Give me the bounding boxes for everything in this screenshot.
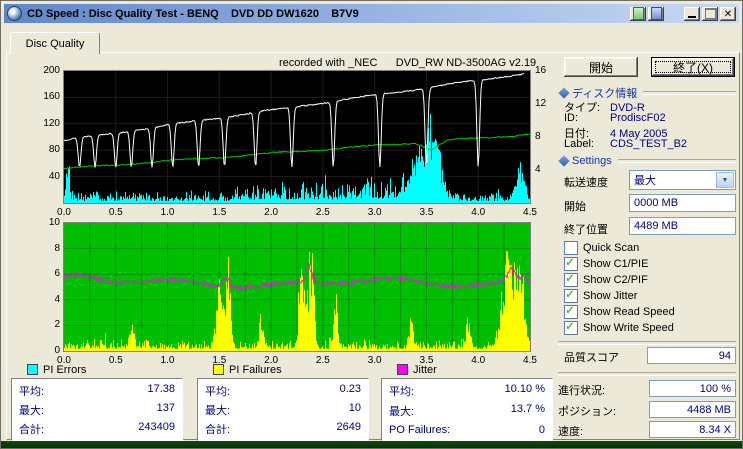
- app-icon: [7, 6, 22, 21]
- stat-row: 合計: 243409: [19, 420, 175, 436]
- checkbox-label: Quick Scan: [583, 242, 640, 254]
- checkbox-box[interactable]: [564, 303, 578, 319]
- checkbox-show-write-speed[interactable]: Show Write Speed: [564, 319, 674, 335]
- transfer-speed-select[interactable]: 最大: [629, 170, 736, 190]
- pi-failures-chart: [63, 222, 531, 352]
- disc-label-row: Label: CDS_TEST_B2: [564, 138, 688, 150]
- checkbox-box[interactable]: [564, 241, 578, 255]
- green-page-icon: [632, 7, 644, 20]
- stat-row: 最大: 10: [205, 401, 361, 417]
- stat-row: 平均: 10.10 %: [389, 383, 545, 399]
- pi-failures-title: PI Failures: [229, 363, 282, 376]
- tab-disc-quality[interactable]: Disc Quality: [10, 32, 100, 54]
- start-position-label: 開始: [564, 201, 586, 213]
- pi-failures-swatch: [213, 364, 224, 375]
- disc-info-icon: [558, 87, 570, 99]
- speed-label: 速度:: [558, 426, 584, 438]
- checkbox-box[interactable]: [564, 319, 578, 335]
- position-label: ポジション:: [558, 406, 617, 418]
- transfer-speed-value: 最大: [634, 175, 656, 187]
- jitter-title: Jitter: [413, 363, 437, 376]
- pi-errors-swatch: [27, 364, 38, 375]
- checkbox-label: Show Read Speed: [583, 306, 675, 318]
- checkbox-quick-scan[interactable]: Quick Scan: [564, 241, 639, 255]
- exit-button[interactable]: 終了(X): [651, 57, 735, 77]
- jitter-panel: Jitter 平均: 10.10 % 最大: 13.7 % PO Failures:…: [381, 363, 553, 441]
- progress-value: 100 %: [649, 380, 736, 397]
- pi-errors-chart: [63, 70, 531, 204]
- blue-page-icon: [650, 7, 662, 20]
- disc-id-row: ID: ProdiscF02: [564, 112, 666, 124]
- window-title: CD Speed : Disc Quality Test - BENQ DVD …: [27, 7, 359, 20]
- end-position-label: 終了位置: [564, 224, 608, 236]
- maximize-icon: [704, 8, 716, 19]
- checkbox-box[interactable]: [564, 287, 578, 303]
- separator-line: [617, 159, 736, 163]
- checkbox-label: Show Jitter: [583, 290, 638, 302]
- tab-label: Disc Quality: [25, 37, 85, 50]
- jitter-box: 平均: 10.10 % 最大: 13.7 % PO Failures: 0: [381, 378, 553, 441]
- progress-label: 進行状況:: [558, 385, 606, 397]
- stat-row: 平均: 0.23: [205, 382, 361, 398]
- start-button[interactable]: 開始: [564, 57, 638, 77]
- separator-line: [558, 341, 736, 345]
- titlebar-tool-button-1[interactable]: [630, 6, 646, 21]
- checkbox-box[interactable]: [564, 255, 578, 271]
- maximize-button[interactable]: [702, 6, 718, 21]
- checkbox-label: Show Write Speed: [583, 322, 674, 334]
- checkbox-show-jitter[interactable]: Show Jitter: [564, 287, 638, 303]
- chevron-down-icon[interactable]: [716, 172, 734, 188]
- titlebar: CD Speed : Disc Quality Test - BENQ DVD …: [4, 4, 739, 23]
- stat-row: 最大: 137: [19, 401, 175, 417]
- settings-title: Settings: [572, 155, 612, 167]
- quality-score-label: 品質スコア: [564, 352, 619, 364]
- end-position-field[interactable]: 4489 MB: [629, 217, 736, 235]
- pi-errors-title: PI Errors: [43, 363, 87, 376]
- pi-failures-panel: PI Failures 平均: 0.23 最大: 10 合計: 2649: [197, 363, 369, 441]
- quality-score-value: 94: [647, 347, 736, 364]
- checkbox-box[interactable]: [564, 271, 578, 287]
- position-value: 4488 MB: [649, 401, 736, 418]
- titlebar-tool-button-2[interactable]: [648, 6, 664, 21]
- separator-line: [643, 91, 736, 95]
- jitter-header: Jitter: [381, 363, 553, 376]
- pi-failures-box: 平均: 0.23 最大: 10 合計: 2649: [197, 378, 369, 441]
- pi-failures-header: PI Failures: [197, 363, 369, 376]
- stat-row: 最大: 13.7 %: [389, 403, 545, 419]
- start-position-field[interactable]: 0000 MB: [629, 194, 736, 212]
- settings-section-header: Settings: [558, 155, 736, 167]
- transfer-speed-label: 転送速度: [564, 177, 608, 189]
- recorded-with-label: recorded with _NEC DVD_RW ND-3500AG v2.1…: [279, 57, 537, 69]
- checkbox-label: Show C2/PIF: [583, 274, 648, 286]
- stat-row: 平均: 17.38: [19, 382, 175, 398]
- pi-errors-header: PI Errors: [11, 363, 183, 376]
- close-icon: [724, 8, 732, 20]
- pi-errors-panel: PI Errors 平均: 17.38 最大: 137 合計: 243409: [11, 363, 183, 441]
- checkbox-show-read-speed[interactable]: Show Read Speed: [564, 303, 675, 319]
- pi-errors-box: 平均: 17.38 最大: 137 合計: 243409: [11, 378, 183, 441]
- speed-value: 8.34 X: [649, 421, 736, 438]
- checkbox-label: Show C1/PIE: [583, 258, 649, 270]
- checkbox-show-c1-pie[interactable]: Show C1/PIE: [564, 255, 649, 271]
- jitter-swatch: [397, 364, 408, 375]
- close-button[interactable]: [720, 6, 736, 21]
- stat-row: 合計: 2649: [205, 420, 361, 436]
- minimize-button[interactable]: [684, 6, 700, 21]
- checkbox-show-c2-pif[interactable]: Show C2/PIF: [564, 271, 648, 287]
- app-window: CD Speed : Disc Quality Test - BENQ DVD …: [0, 0, 743, 449]
- minimize-icon: [688, 15, 696, 18]
- stat-row: PO Failures: 0: [389, 423, 545, 436]
- desktop-background-strip: [1, 441, 742, 448]
- settings-icon: [558, 155, 570, 167]
- separator-line: [558, 372, 736, 376]
